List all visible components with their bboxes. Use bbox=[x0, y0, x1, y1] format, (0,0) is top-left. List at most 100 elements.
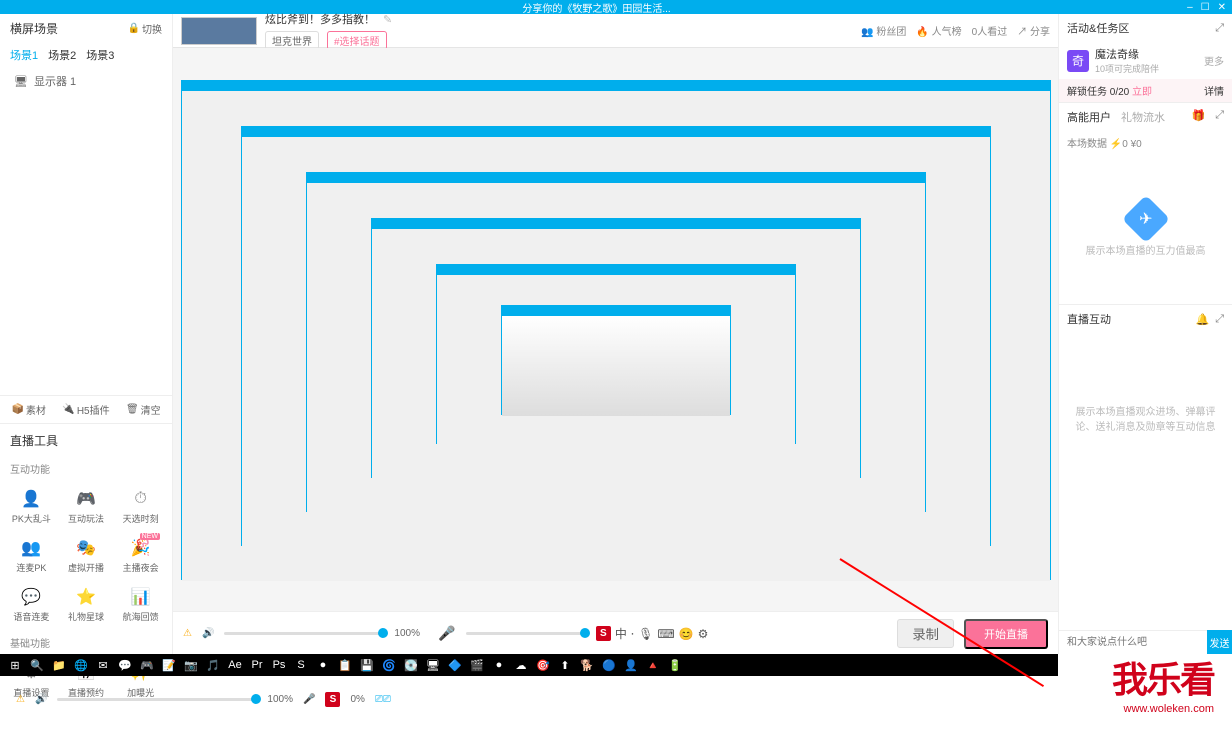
taskbar-item[interactable]: 🎮 bbox=[136, 654, 158, 676]
live-interact-empty: 展示本场直播观众进场、弹幕评论、送礼消息及勋章等互动信息 bbox=[1069, 403, 1222, 433]
stream-title[interactable]: 炫比斧到！多多指教！ bbox=[265, 11, 375, 27]
volume-slider[interactable] bbox=[224, 632, 384, 635]
tool-label: 礼物星球 bbox=[68, 610, 104, 623]
taskbar-item[interactable]: ☁ bbox=[510, 654, 532, 676]
ime-bar-footer: S bbox=[325, 692, 340, 707]
volume2-icon[interactable]: 🔊 bbox=[35, 694, 47, 705]
gift-icon[interactable]: 🎁 bbox=[1191, 109, 1205, 125]
tool-label: 连麦PK bbox=[16, 561, 46, 574]
live-interact-title: 直播互动 bbox=[1067, 311, 1111, 327]
taskbar-item[interactable]: 🖥 bbox=[422, 654, 444, 676]
window-min[interactable]: – bbox=[1187, 2, 1193, 13]
taskbar-item[interactable]: 📋 bbox=[334, 654, 356, 676]
tool-航海回馈[interactable]: 📊 航海回馈 bbox=[115, 582, 166, 627]
tab-material[interactable]: 📦 素材 bbox=[0, 396, 57, 423]
taskbar-item[interactable]: 🔍 bbox=[26, 654, 48, 676]
tab-high-user[interactable]: 高能用户 bbox=[1067, 109, 1111, 125]
taskbar-item[interactable]: 🔵 bbox=[598, 654, 620, 676]
taskbar-item[interactable]: Ae bbox=[224, 654, 246, 676]
taskbar-item[interactable]: ⊞ bbox=[4, 654, 26, 676]
taskbar-item[interactable]: Pr bbox=[246, 654, 268, 676]
taskbar-item[interactable]: 🎯 bbox=[532, 654, 554, 676]
taskbar-item[interactable]: 💬 bbox=[114, 654, 136, 676]
tool-礼物星球[interactable]: ⭐礼物星球 bbox=[61, 582, 112, 627]
tool-icon: 📊 bbox=[130, 586, 152, 608]
taskbar-item[interactable]: 🎬 bbox=[466, 654, 488, 676]
taskbar-item[interactable]: 🔺 bbox=[642, 654, 664, 676]
taskbar-item[interactable]: 💽 bbox=[400, 654, 422, 676]
taskbar-item[interactable]: 🐕 bbox=[576, 654, 598, 676]
app-title: 分享你的《牧野之歌》田园生活... bbox=[522, 0, 670, 15]
tool-互动玩法[interactable]: 🎮互动玩法 bbox=[61, 484, 112, 529]
task-section-title: 活动&任务区 bbox=[1067, 20, 1129, 36]
tool-label: 语音连麦 bbox=[13, 610, 49, 623]
taskbar-item[interactable]: 📁 bbox=[48, 654, 70, 676]
stat-fans[interactable]: 👥 粉丝团 bbox=[861, 23, 906, 38]
edit-icon[interactable]: ✎ bbox=[383, 13, 392, 26]
taskbar-item[interactable]: 🌀 bbox=[378, 654, 400, 676]
volume2-slider[interactable] bbox=[57, 698, 257, 701]
tool-虚拟开播[interactable]: 🎭虚拟开播 bbox=[61, 533, 112, 578]
warning2-icon[interactable]: ⚠ bbox=[16, 694, 25, 705]
stat-rank[interactable]: 🔥 人气榜 bbox=[916, 23, 961, 38]
scene-tab-1[interactable]: 场景1 bbox=[10, 47, 38, 63]
taskbar-item[interactable]: 📷 bbox=[180, 654, 202, 676]
footer-controls: ⚠ 🔊 100% 🎤 S 0% ⎚⎚ bbox=[0, 685, 1232, 713]
tool-icon: 👥 bbox=[20, 537, 42, 559]
taskbar-item[interactable]: S bbox=[290, 654, 312, 676]
tab-gift-flow[interactable]: 礼物流水 bbox=[1121, 109, 1165, 125]
volume2-percent: 100% bbox=[267, 694, 293, 705]
mic-eq-icon[interactable]: ⎚⎚ bbox=[375, 694, 391, 705]
tool-label: 航海回馈 bbox=[123, 610, 159, 623]
taskbar-item[interactable]: ✉ bbox=[92, 654, 114, 676]
scene-tab-3[interactable]: 场景3 bbox=[86, 47, 114, 63]
right-panel: 活动&任务区 ⤢ 奇 魔法奇缘 10项可完成陪伴 更多 解锁任务 0/20 立即… bbox=[1058, 14, 1232, 654]
taskbar-item[interactable]: Ps bbox=[268, 654, 290, 676]
watermark: 我乐看 www.woleken.com bbox=[1112, 651, 1214, 715]
mic-slider[interactable] bbox=[466, 632, 586, 635]
unlock-detail[interactable]: 详情 bbox=[1204, 83, 1224, 98]
tool-icon: 👤 bbox=[20, 488, 42, 510]
taskbar-item[interactable]: ● bbox=[488, 654, 510, 676]
windows-taskbar[interactable]: ⊞🔍📁🌐✉💬🎮📝📷🎵AePrPsS●📋💾🌀💽🖥🔷🎬●☁🎯⬆🐕🔵👤🔺🔋 bbox=[0, 654, 1058, 676]
taskbar-item[interactable]: ⬆ bbox=[554, 654, 576, 676]
volume-icon[interactable]: 🔊 bbox=[202, 628, 214, 639]
stat-viewers: 0人看过 bbox=[972, 23, 1008, 38]
warning-icon[interactable]: ⚠ bbox=[183, 628, 192, 639]
task-name[interactable]: 魔法奇缘 bbox=[1095, 46, 1198, 62]
tool-主播夜会[interactable]: 🎉主播夜会NEW bbox=[115, 533, 166, 578]
left-panel: 横屏场景 🔒 切换 场景1 场景2 场景3 🖥 显示器 1 📦 素材 🔌 H5插… bbox=[0, 14, 173, 654]
monitor-icon: 🖥 bbox=[14, 75, 28, 88]
scene-tab-2[interactable]: 场景2 bbox=[48, 47, 76, 63]
taskbar-item[interactable]: 👤 bbox=[620, 654, 642, 676]
switch-button[interactable]: 🔒 切换 bbox=[128, 21, 162, 36]
tool-语音连麦[interactable]: 💬语音连麦 bbox=[6, 582, 57, 627]
tab-h5plugin[interactable]: 🔌 H5插件 bbox=[57, 396, 114, 423]
scene-source-item[interactable]: 🖥 显示器 1 bbox=[0, 67, 172, 95]
taskbar-item[interactable]: ● bbox=[312, 654, 334, 676]
expand2-icon[interactable]: ⤢ bbox=[1215, 313, 1224, 326]
window-close[interactable]: ✕ bbox=[1218, 2, 1226, 13]
preview-canvas[interactable] bbox=[173, 48, 1058, 611]
mic-icon[interactable]: 🎤 bbox=[438, 625, 455, 642]
taskbar-item[interactable]: 💾 bbox=[356, 654, 378, 676]
tool-icon: 🎭 bbox=[75, 537, 97, 559]
tool-天选时刻[interactable]: ⏱天选时刻 bbox=[115, 484, 166, 529]
tab-clear[interactable]: 🗑 清空 bbox=[115, 396, 172, 423]
share-btn[interactable]: ↗ 分享 bbox=[1017, 23, 1050, 38]
taskbar-item[interactable]: 📝 bbox=[158, 654, 180, 676]
tool-连麦PK[interactable]: 👥 连麦PK bbox=[6, 533, 57, 578]
bell-icon[interactable]: 🔔 bbox=[1195, 313, 1209, 326]
taskbar-item[interactable]: 🌐 bbox=[70, 654, 92, 676]
tool-PK大乱斗[interactable]: 👤PK大乱斗 bbox=[6, 484, 57, 529]
taskbar-item[interactable]: 🔷 bbox=[444, 654, 466, 676]
taskbar-item[interactable]: 🎵 bbox=[202, 654, 224, 676]
mic2-icon[interactable]: 🎤 bbox=[303, 694, 315, 705]
task-section-collapse-icon[interactable]: ⤢ bbox=[1215, 22, 1224, 35]
expand-icon[interactable]: ⤢ bbox=[1215, 109, 1224, 125]
window-max[interactable]: ☐ bbox=[1201, 2, 1210, 13]
tool-label: 互动玩法 bbox=[68, 512, 104, 525]
stream-thumbnail[interactable] bbox=[181, 17, 257, 45]
task-more[interactable]: 更多 bbox=[1204, 53, 1224, 68]
taskbar-item[interactable]: 🔋 bbox=[664, 654, 686, 676]
